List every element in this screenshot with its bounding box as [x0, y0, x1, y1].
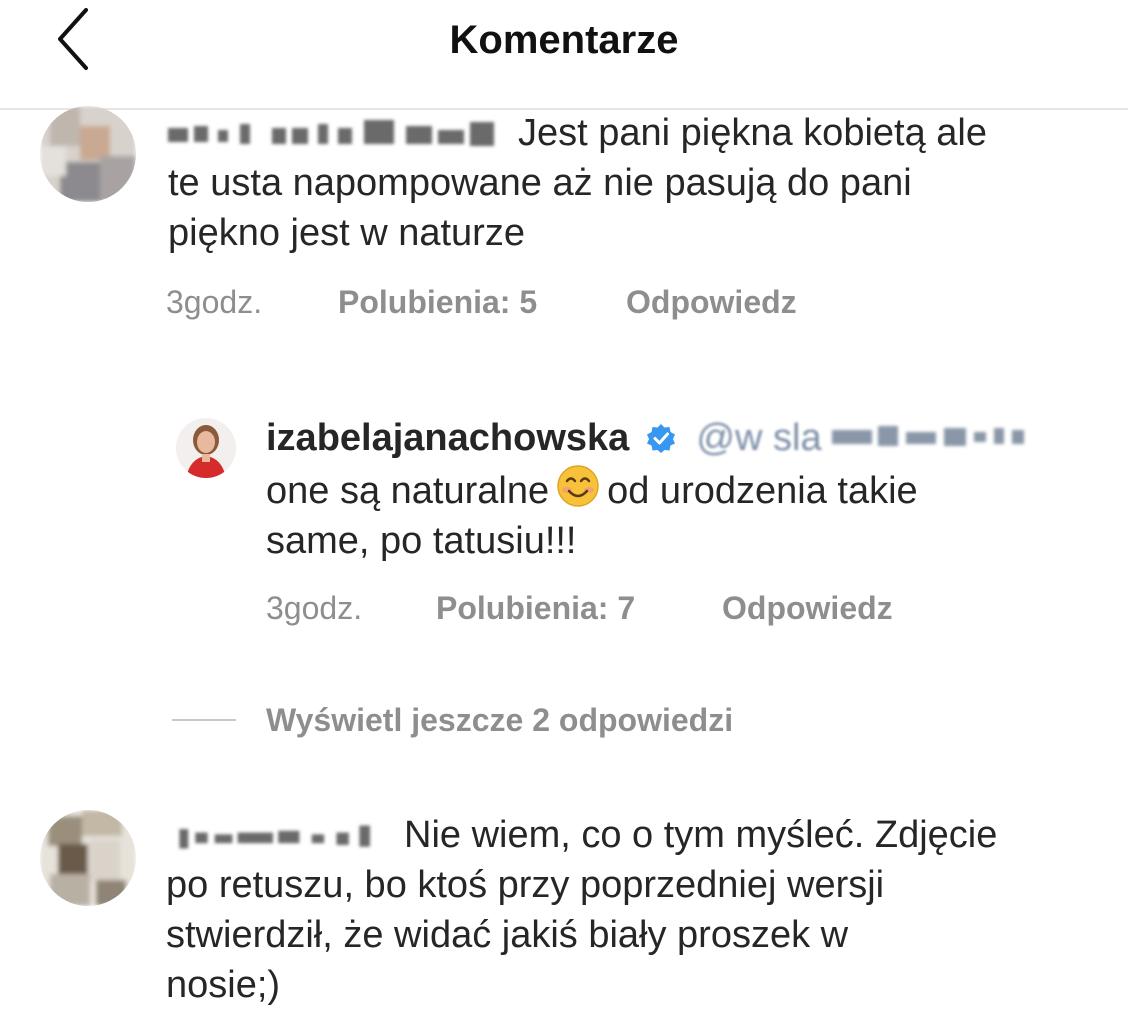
comment-meta: 3godz. Polubienia: 5 Odpowiedz [166, 284, 866, 324]
avatar[interactable] [40, 810, 136, 906]
reply-button[interactable]: Odpowiedz [626, 284, 797, 321]
comment-body: Nie wiem, co o tym myśleć. Zdjęcie po re… [166, 810, 1116, 1010]
redacted-username [179, 825, 370, 849]
comment-timestamp: 3godz. [166, 284, 263, 320]
avatar[interactable] [40, 106, 136, 202]
page-title: Komentarze [449, 18, 679, 62]
reply-body: izabelajanachowska @w sla one są natural… [266, 413, 1116, 566]
reply-text: same, po tatusiu!!! [266, 520, 577, 562]
reply-button[interactable]: Odpowiedz [722, 590, 893, 627]
header-bar: Komentarze [0, 0, 1128, 110]
avatar[interactable] [176, 418, 236, 478]
comment-line: Jest pani piękna kobietą ale [518, 112, 987, 154]
reply-text: od urodzenia takie [607, 470, 918, 512]
comment-line: nosie;) [166, 964, 281, 1006]
comment-line: stwierdził, że widać jakiś biały proszek… [166, 914, 849, 956]
comment-line: Nie wiem, co o tym myśleć. Zdjęcie [404, 814, 998, 856]
username[interactable]: izabelajanachowska [266, 417, 629, 459]
redacted-mention [832, 426, 1025, 446]
view-more-replies-button[interactable]: Wyświetl jeszcze 2 odpowiedzi [266, 702, 733, 739]
comment-line: te usta napompowane aż nie pasują do pan… [168, 162, 912, 204]
verified-badge-icon [646, 424, 675, 453]
likes-count[interactable]: Polubienia: 7 [436, 590, 635, 627]
replies-divider-line [172, 719, 236, 721]
smiling-face-emoji-icon [557, 465, 599, 507]
mention-link[interactable]: @w sla [696, 417, 821, 459]
view-more-replies-label: Wyświetl jeszcze 2 odpowiedzi [266, 702, 734, 738]
comment-line: piękno jest w naturze [168, 212, 525, 254]
comment-line: po retuszu, bo ktoś przy poprzedniej wer… [166, 864, 885, 906]
likes-count[interactable]: Polubienia: 5 [338, 284, 537, 321]
reply-text: one są naturalne [266, 470, 550, 512]
redacted-username [168, 119, 494, 146]
reply-timestamp: 3godz. [266, 590, 363, 626]
reply-meta: 3godz. Polubienia: 7 Odpowiedz [266, 590, 966, 630]
comment-body: Jest pani piękna kobietą ale te usta nap… [168, 108, 1108, 258]
